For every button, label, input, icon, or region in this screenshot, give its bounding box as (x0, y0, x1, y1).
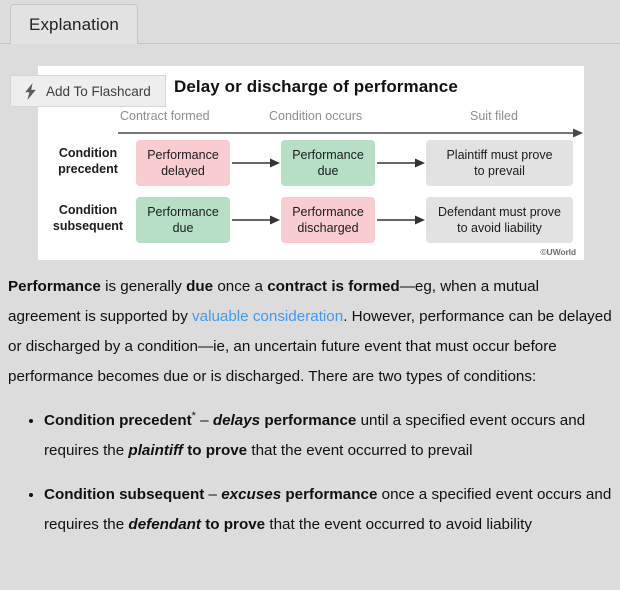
bullet-tail: that the event occurred to avoid liabili… (265, 516, 532, 533)
box-line-1: Performance (147, 204, 219, 219)
box-line-1: Performance (147, 147, 219, 162)
timeline-label-contract-formed: Contract formed (120, 109, 210, 123)
tab-label: Explanation (29, 14, 119, 34)
timeline-label-condition-occurs: Condition occurs (269, 109, 363, 123)
box-line-1: Performance (292, 147, 364, 162)
add-to-flashcard-button[interactable]: Add To Flashcard (10, 75, 166, 107)
conditions-list: Condition precedent* – delays performanc… (8, 406, 612, 540)
box-line-1: Defendant must prove (438, 204, 561, 219)
diagram-box: Performance delayed (136, 140, 230, 186)
para-seg-4: once a (213, 278, 268, 295)
box-line-2: to prevail (474, 164, 525, 178)
lightning-bolt-icon (24, 82, 37, 100)
diagram-arrow (377, 158, 425, 168)
tab-bar: Explanation (0, 0, 620, 44)
bullet-to-prove: to prove (182, 442, 248, 459)
para-seg-2: is generally (100, 278, 187, 295)
row-label-line-1: Condition (58, 203, 118, 217)
bullet-performance: performance (260, 412, 357, 429)
add-to-flashcard-label: Add To Flashcard (46, 83, 151, 99)
link-valuable-consideration[interactable]: valuable consideration (192, 308, 343, 325)
bullet-tail: that the event occurred to prevail (247, 442, 473, 459)
row-label-line-2: subsequent (52, 218, 124, 233)
row-label-condition-precedent: Condition precedent (40, 146, 136, 177)
row-label-line-2: precedent (58, 161, 118, 176)
term-due: due (186, 278, 214, 295)
bullet-term: Condition subsequent (44, 486, 205, 503)
bullet-dash: – (195, 412, 213, 429)
box-line-2: delayed (161, 164, 205, 178)
diagram-title: Delay or discharge of performance (174, 77, 458, 96)
term-performance: Performance (8, 278, 101, 295)
diagram-box: Performance due (281, 140, 375, 186)
bullet-term: Condition precedent (44, 412, 192, 429)
bullet-party: plaintiff (128, 442, 183, 459)
diagram-card: Add To Flashcard Delay or discharge of p… (10, 66, 584, 260)
diagram-arrow (232, 215, 280, 225)
term-contract-is-formed: contract is formed (267, 278, 400, 295)
diagram-box: Performance discharged (281, 197, 375, 243)
copyright-notice: ©UWorld (540, 247, 576, 257)
box-line-2: to avoid liability (457, 221, 542, 235)
diagram-arrow (377, 215, 425, 225)
list-item: Condition subsequent – excuses performan… (44, 480, 612, 540)
diagram-box: Defendant must prove to avoid liability (426, 197, 573, 243)
tab-explanation[interactable]: Explanation (10, 4, 138, 44)
bullet-to-prove: to prove (201, 516, 266, 533)
bullet-party: defendant (128, 516, 201, 533)
box-line-1: Performance (292, 204, 364, 219)
box-line-1: Plaintiff must prove (446, 147, 553, 162)
intro-paragraph: Performance is generally due once a cont… (8, 272, 612, 392)
explanation-body: Performance is generally due once a cont… (8, 272, 612, 554)
timeline-axis-arrow (118, 128, 583, 138)
diagram-box: Plaintiff must prove to prevail (426, 140, 573, 186)
box-line-2: discharged (297, 221, 359, 235)
box-line-2: due (172, 221, 194, 235)
bullet-verb: excuses (221, 486, 282, 503)
box-line-2: due (317, 164, 339, 178)
timeline-label-suit-filed: Suit filed (470, 109, 518, 123)
bullet-dash: – (204, 486, 222, 503)
bullet-performance: performance (281, 486, 378, 503)
row-label-line-1: Condition (58, 146, 118, 160)
diagram-arrow (232, 158, 280, 168)
diagram-box: Performance due (136, 197, 230, 243)
bullet-verb: delays (212, 412, 261, 429)
row-label-condition-subsequent: Condition subsequent (40, 203, 136, 234)
list-item: Condition precedent* – delays performanc… (44, 406, 612, 466)
